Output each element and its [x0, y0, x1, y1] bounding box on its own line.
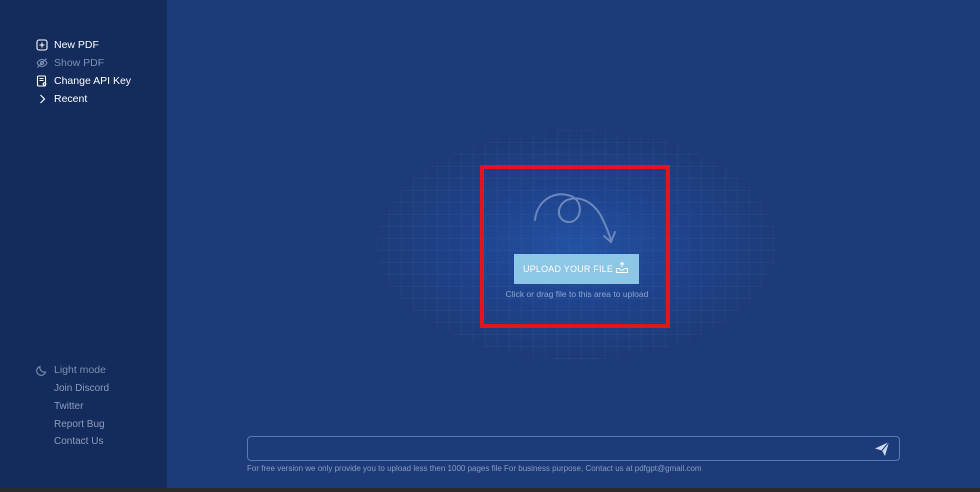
- moon-icon: [36, 364, 48, 376]
- light-mode-label: Light mode: [54, 364, 106, 376]
- sidebar-item-label: Recent: [54, 93, 88, 105]
- send-button[interactable]: [873, 440, 891, 457]
- send-icon: [875, 441, 890, 456]
- disclaimer-text: For free version we only provide you to …: [247, 464, 702, 473]
- bottom-bar: [0, 488, 980, 492]
- sidebar-item-recent[interactable]: Recent: [36, 90, 87, 108]
- twitter-link[interactable]: Twitter: [54, 401, 83, 412]
- light-mode-toggle[interactable]: Light mode: [36, 361, 106, 379]
- sidebar-item-change-api-key[interactable]: Change API Key: [36, 72, 131, 90]
- main-area: UPLOAD YOUR FILE Click or drag file to t…: [167, 0, 980, 488]
- sidebar-item-label: Show PDF: [54, 57, 105, 69]
- chevron-right-icon: [36, 93, 48, 105]
- contact-us-link[interactable]: Contact Us: [54, 436, 103, 447]
- report-bug-link[interactable]: Report Bug: [54, 419, 105, 430]
- sidebar-item-label: New PDF: [54, 39, 99, 51]
- plus-square-icon: [36, 39, 48, 51]
- eye-off-icon: [36, 57, 48, 69]
- chat-input[interactable]: [247, 436, 900, 461]
- key-doc-icon: [36, 75, 48, 87]
- join-discord-link[interactable]: Join Discord: [54, 383, 109, 394]
- sidebar-item-label: Change API Key: [54, 75, 132, 87]
- sidebar-item-new-pdf[interactable]: New PDF: [36, 36, 99, 54]
- sidebar: New PDF Show PDF Change API Key Recent L…: [0, 0, 167, 492]
- sidebar-item-show-pdf[interactable]: Show PDF: [36, 54, 104, 72]
- highlight-box: [480, 165, 670, 328]
